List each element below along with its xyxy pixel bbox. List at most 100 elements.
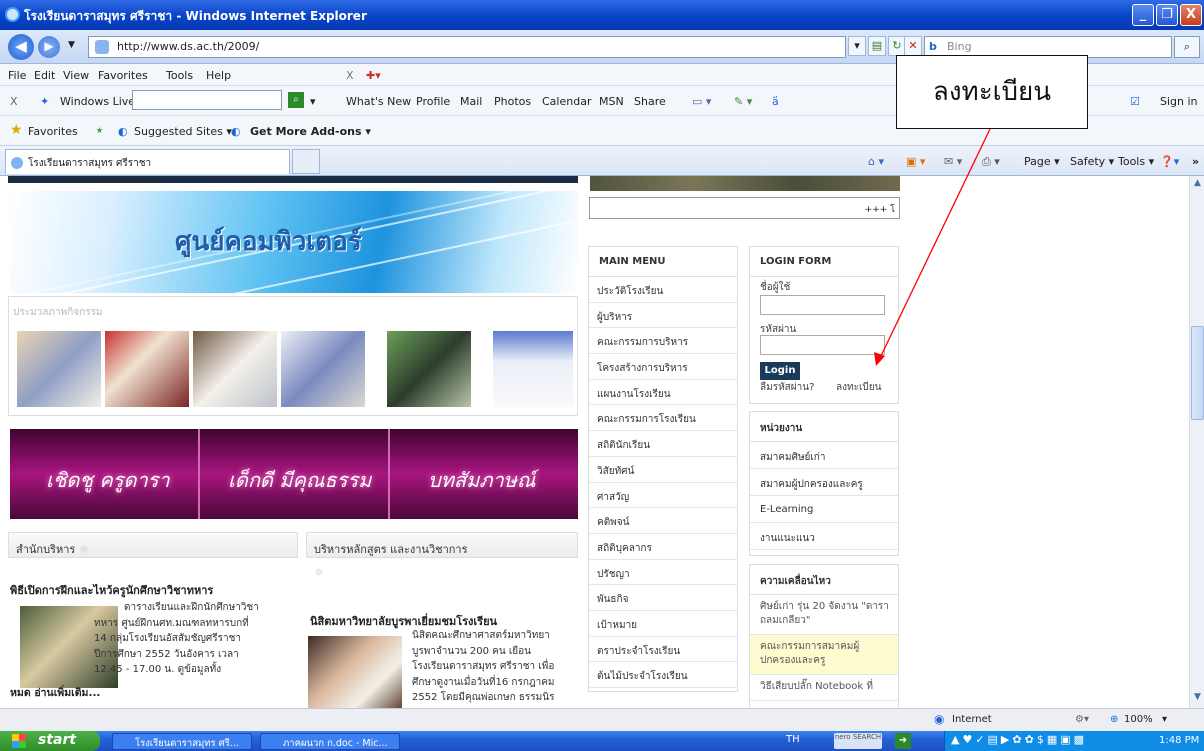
computer-center-banner[interactable]: ศูนย์คอมพิวเตอร์ — [10, 191, 578, 293]
wl-dropdown-icon[interactable]: ▾ — [310, 95, 316, 108]
read-mail-icon[interactable]: ✉ ▾ — [944, 155, 962, 168]
taskbar-item-word[interactable]: ภาคผนวก ก.doc - Mic... — [260, 733, 400, 750]
menu-history[interactable]: ประวัติโรงเรียน — [589, 277, 737, 303]
wl-calendar[interactable]: Calendar — [542, 95, 591, 108]
stop-icon[interactable]: ✕ — [904, 36, 922, 56]
ribbon-cell-teachers[interactable]: เชิดชู ครูดารา — [10, 429, 200, 519]
unit-alumni[interactable]: สมาคมศิษย์เก่า — [750, 442, 898, 469]
help-icon[interactable]: ❓▾ — [1160, 155, 1179, 168]
maximize-button[interactable]: ❐ — [1156, 4, 1178, 26]
vertical-scrollbar[interactable]: ▲ ▼ — [1189, 176, 1204, 708]
register-link[interactable]: ลงทะเบียน — [836, 380, 881, 395]
activity-photo-4[interactable] — [281, 331, 365, 407]
menu-executive-committee[interactable]: คณะกรรมการบริหาร — [589, 328, 737, 355]
wl-profile[interactable]: Profile — [416, 95, 450, 108]
favorites-button[interactable]: Favorites — [28, 125, 78, 138]
menu-school-tree[interactable]: ต้นไม้ประจำโรงเรียน — [589, 662, 737, 688]
zoom-level[interactable]: 100% — [1124, 714, 1153, 725]
scroll-thumb[interactable] — [1191, 326, 1204, 420]
menu-staff-stats[interactable]: สถิติบุคลากร — [589, 534, 737, 560]
feeds-icon[interactable]: ▣ ▾ — [906, 155, 925, 168]
menu-close-icon[interactable]: X — [346, 69, 354, 82]
menu-motto[interactable]: ศาสวัญ — [589, 483, 737, 509]
forgot-password-link[interactable]: ลืมรหัสผ่าน? — [760, 380, 814, 395]
page-menu[interactable]: Page ▾ — [1024, 155, 1060, 168]
activity-photo-2[interactable] — [105, 331, 189, 407]
admin-headline[interactable]: พิธีเปิดการฝึกและไหว้ครูนักศึกษาวิชาทหาร — [10, 581, 213, 599]
scroll-up-icon[interactable]: ▲ — [1191, 178, 1204, 192]
wl-checkbox-icon[interactable]: ☑ — [1130, 95, 1140, 108]
unit-parents-teachers[interactable]: สมาคมผู้ปกครองและครู — [750, 469, 898, 496]
new-tab-button[interactable] — [292, 149, 320, 174]
activity-photo-5[interactable] — [387, 331, 471, 407]
search-button[interactable]: ⌕ — [1174, 36, 1200, 58]
username-field[interactable] — [760, 295, 885, 315]
protected-mode-icon[interactable]: ⚙▾ — [1075, 714, 1089, 725]
taskbar-item-ie[interactable]: โรงเรียนดาราสมุทร ศรี... — [112, 733, 252, 750]
admin-read-more[interactable]: หมด อ่านเพิ่มเติม... — [10, 684, 100, 701]
activity-photo-6[interactable] — [493, 331, 573, 407]
wl-whats-new[interactable]: What's New — [346, 95, 411, 108]
start-button[interactable]: start — [0, 731, 100, 751]
news-item-1[interactable]: ศิษย์เก่า รุ่น 20 จัดงาน "ดาราถลมเกลียว" — [750, 595, 898, 635]
wl-close-icon[interactable]: X — [10, 95, 18, 108]
url-dropdown-icon[interactable]: ▾ — [848, 36, 866, 56]
menu-goals[interactable]: เป้าหมาย — [589, 611, 737, 637]
minimize-button[interactable]: _ — [1132, 4, 1154, 26]
menu-view[interactable]: View — [63, 69, 89, 82]
unit-elearning[interactable]: E-Learning — [750, 496, 898, 523]
nero-search-box[interactable]: nero SEARCH — [834, 733, 882, 749]
menu-tools[interactable]: Tools — [166, 69, 193, 82]
menu-philosophy[interactable]: ปรัชญา — [589, 560, 737, 586]
menu-vision[interactable]: วิสัยทัศน์ — [589, 457, 737, 483]
wl-mail[interactable]: Mail — [460, 95, 482, 108]
zoom-dropdown-icon[interactable]: ▾ — [1162, 714, 1167, 725]
wl-photos[interactable]: Photos — [494, 95, 531, 108]
chevron-more-icon[interactable]: » — [1192, 155, 1199, 168]
tools-menu[interactable]: Tools ▾ — [1118, 155, 1154, 168]
wl-msn[interactable]: MSN — [599, 95, 624, 108]
wl-search-icon[interactable]: ⌕ — [288, 92, 304, 108]
forward-button[interactable]: ▶ — [38, 36, 60, 58]
wl-share[interactable]: Share — [634, 95, 666, 108]
translate-icon[interactable]: ✚▾ — [366, 69, 381, 82]
wl-page-tools-icon[interactable]: ▭ ▾ — [692, 95, 711, 108]
menu-student-stats[interactable]: สถิตินักเรียน — [589, 431, 737, 457]
menu-school-board[interactable]: คณะกรรมการโรงเรียน — [589, 405, 737, 432]
compatibility-icon[interactable]: ▤ — [868, 36, 886, 56]
menu-favorites[interactable]: Favorites — [98, 69, 148, 82]
nero-go-icon[interactable]: ➜ — [895, 733, 911, 749]
language-indicator[interactable]: TH — [786, 734, 800, 745]
add-favorites-icon[interactable]: ⭑ — [96, 123, 103, 138]
windows-live-search-input[interactable] — [132, 90, 282, 110]
menu-administrators[interactable]: ผู้บริหาร — [589, 303, 737, 329]
safety-menu[interactable]: Safety ▾ — [1070, 155, 1114, 168]
activity-photo-3[interactable] — [193, 331, 277, 407]
ribbon-cell-interview[interactable]: บทสัมภาษณ์ — [390, 429, 578, 519]
unit-guidance[interactable]: งานแนะแนว — [750, 523, 898, 550]
news-item-3[interactable]: วิธีเสียบปลั๊ก Notebook ที่ — [750, 675, 898, 701]
get-more-addons-link[interactable]: Get More Add-ons ▾ — [250, 125, 371, 138]
ribbon-cell-virtue[interactable]: เด็กดี มีคุณธรรม — [200, 429, 390, 519]
tray-icons[interactable]: ▲♥✓▤▶✿✿$▦▣▩ — [951, 733, 1087, 746]
menu-structure[interactable]: โครงสร้างการบริหาร — [589, 354, 737, 380]
login-button[interactable]: Login — [760, 362, 800, 380]
curriculum-news-photo[interactable] — [308, 636, 402, 708]
menu-school-plan[interactable]: แผนงานโรงเรียน — [589, 380, 737, 406]
home-icon[interactable]: ⌂ ▾ — [868, 155, 884, 168]
url-field[interactable]: http://www.ds.ac.th/2009/ — [88, 36, 846, 58]
menu-help[interactable]: Help — [206, 69, 231, 82]
sign-in-link[interactable]: Sign in — [1160, 95, 1198, 108]
tab-active[interactable]: โรงเรียนดาราสมุทร ศรีราชา — [5, 149, 290, 174]
close-button[interactable]: X — [1180, 4, 1202, 26]
windows-live-label[interactable]: Windows Live — [60, 95, 135, 108]
news-item-2[interactable]: คณะกรรมการสมาคมผู้ปกครองและครู — [750, 635, 898, 675]
suggested-sites-link[interactable]: Suggested Sites ▾ — [134, 125, 232, 138]
menu-file[interactable]: File — [8, 69, 26, 82]
password-field[interactable] — [760, 335, 885, 355]
menu-emblem[interactable]: ตราประจำโรงเรียน — [589, 637, 737, 663]
activity-photo-1[interactable] — [17, 331, 101, 407]
menu-edit[interactable]: Edit — [34, 69, 55, 82]
recent-pages-chevron-icon[interactable]: ▼ — [68, 40, 75, 50]
wl-highlight-icon[interactable]: ✎ ▾ — [734, 95, 752, 108]
